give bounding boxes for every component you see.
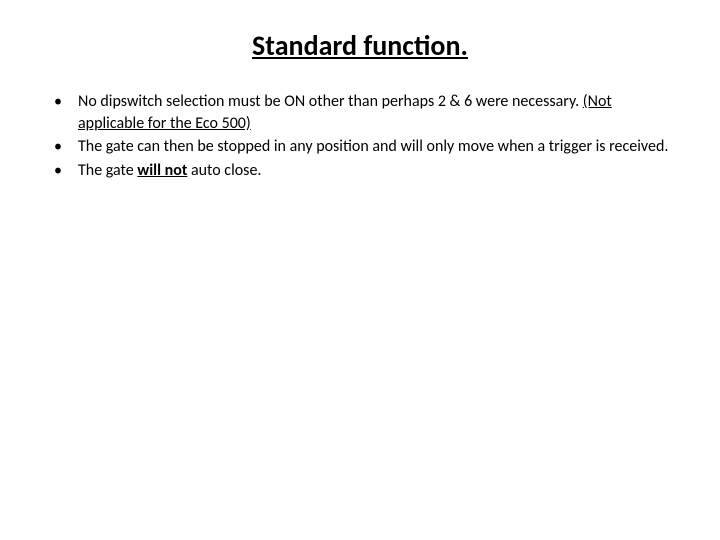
- bullet-text-prefix: No dipswitch selection must be ON other …: [78, 92, 583, 111]
- bullet-text-underlined: will not: [137, 161, 187, 180]
- bullet-text-prefix: The gate: [78, 161, 137, 180]
- bullet-text-suffix: auto close.: [187, 161, 261, 180]
- list-item: No dipswitch selection must be ON other …: [54, 91, 680, 134]
- bullet-text-prefix: The gate can then be stopped in any posi…: [78, 137, 668, 156]
- list-item: The gate can then be stopped in any posi…: [54, 136, 680, 158]
- slide-title: Standard function.: [40, 28, 680, 63]
- list-item: The gate will not auto close.: [54, 160, 680, 182]
- bullet-list: No dipswitch selection must be ON other …: [40, 91, 680, 181]
